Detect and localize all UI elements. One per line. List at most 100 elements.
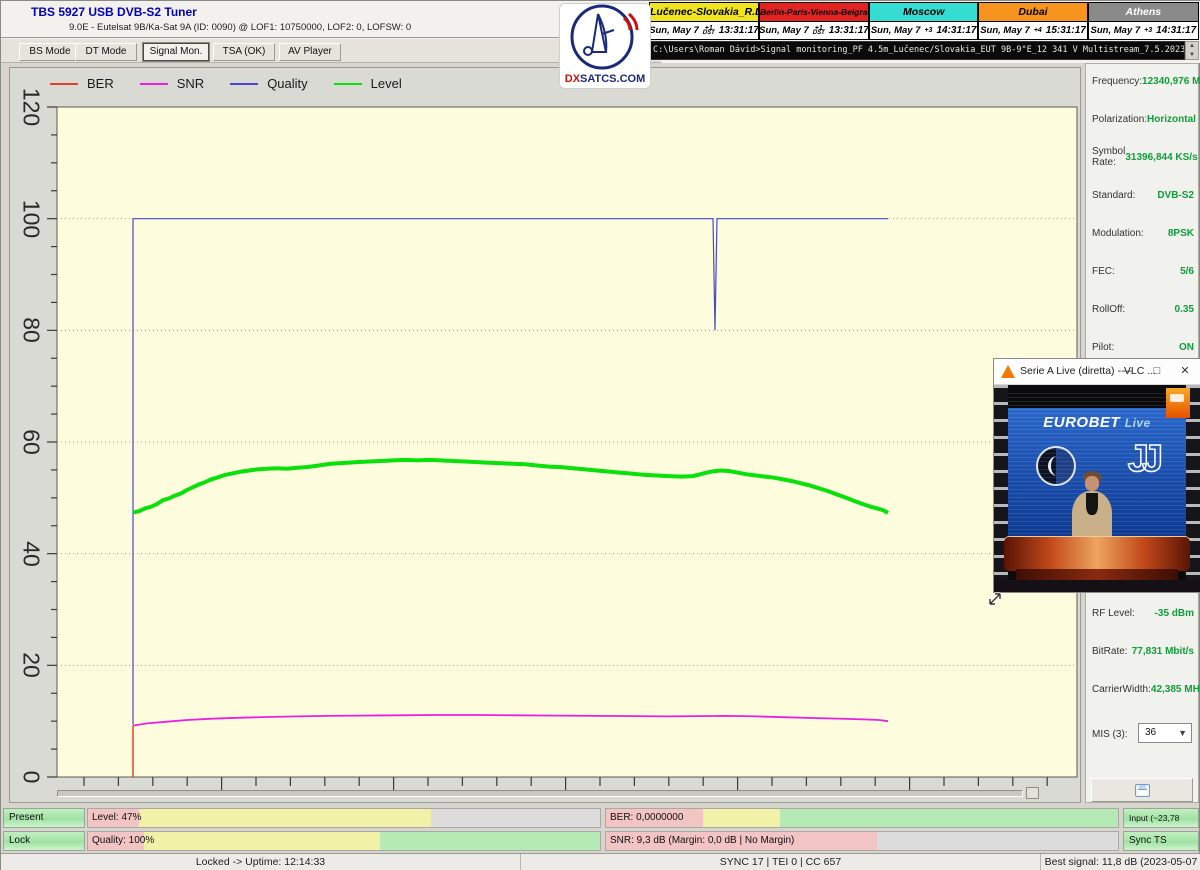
param-modulation: Modulation:8PSK bbox=[1092, 226, 1194, 240]
clock-lucenec: Lučenec-Slovakia_R.Dávid Sun, May 7 +1DS… bbox=[650, 3, 760, 39]
legend-item-ber: BER bbox=[50, 76, 114, 91]
save-button[interactable] bbox=[1091, 778, 1193, 802]
clock-berlin: Berlin-Paris-Vienna-Belgrade Sun, May 7 … bbox=[760, 3, 870, 39]
chart-time-scrollbar[interactable] bbox=[57, 790, 1023, 797]
presenter bbox=[1070, 471, 1114, 541]
series-level-line bbox=[133, 460, 888, 513]
level-line-swatch bbox=[334, 83, 362, 85]
tuner-subtitle: 9.0E - Eutelsat 9B/Ka-Sat 9A (ID: 0090) … bbox=[69, 22, 411, 33]
tab-signal-mon[interactable]: Signal Mon. bbox=[143, 43, 209, 61]
world-clocks: Lučenec-Slovakia_R.Dávid Sun, May 7 +1DS… bbox=[649, 2, 1199, 40]
chart-legend: BER SNR Quality Level bbox=[50, 76, 402, 91]
eurobet-live-banner: EUROBET Live bbox=[1008, 414, 1186, 431]
vlc-titlebar[interactable]: Serie A Live (diretta) - VLC ... — □ ✕ bbox=[994, 359, 1200, 385]
clock-city-label: Athens bbox=[1089, 3, 1198, 22]
clock-time: Sun, May 7 +4 15:31:17 bbox=[979, 22, 1086, 39]
y-axis-label: 0 bbox=[18, 771, 45, 784]
param-bitrate: BitRate:77,831 Mbit/s bbox=[1092, 644, 1194, 658]
studio-top-band bbox=[1008, 390, 1186, 408]
clock-time: Sun, May 7 +3 14:31:17 bbox=[870, 22, 977, 39]
minimize-button[interactable]: — bbox=[1118, 363, 1136, 381]
clock-dubai: Dubai Sun, May 7 +4 15:31:17 bbox=[979, 3, 1088, 39]
meter-zone bbox=[380, 832, 600, 850]
tab-tsa[interactable]: TSA (OK) bbox=[213, 43, 275, 61]
param-rolloff: RollOff:0.35 bbox=[1092, 302, 1194, 316]
param-frequency: Frequency:12340,976 MHz bbox=[1092, 74, 1194, 88]
lock-indicator: Lock bbox=[3, 831, 85, 851]
legend-item-quality: Quality bbox=[230, 76, 307, 91]
param-symbol-rate: Symbol Rate:31396,844 KS/s bbox=[1092, 150, 1194, 164]
uptime-status: Locked -> Uptime: 12:14:33 bbox=[1, 854, 521, 870]
clock-city-label: Berlin-Paris-Vienna-Belgrade bbox=[760, 3, 868, 22]
meter-zone bbox=[877, 832, 1118, 850]
meter-zone bbox=[703, 809, 780, 827]
y-axis-label: 20 bbox=[18, 653, 45, 679]
clock-city-label: Dubai bbox=[979, 3, 1086, 22]
meter-zone bbox=[780, 809, 1118, 827]
statusbar: Locked -> Uptime: 12:14:33 SYNC 17 | TEI… bbox=[1, 853, 1200, 870]
ber-line-swatch bbox=[50, 83, 78, 85]
console-scrollbar[interactable]: ▲ ▼ bbox=[1185, 41, 1199, 60]
meter-zone bbox=[139, 809, 431, 827]
y-axis-label: 60 bbox=[18, 429, 45, 455]
meter-zone bbox=[144, 832, 380, 850]
juventus-logo: JJ bbox=[1128, 438, 1156, 481]
clock-time: Sun, May 7 +3 14:31:17 bbox=[1089, 22, 1198, 39]
y-axis-label: 80 bbox=[18, 318, 45, 344]
input-rate-indicator: Input (~23,78 Mbps) bbox=[1123, 808, 1199, 828]
mis-dropdown[interactable]: 36▼ bbox=[1138, 723, 1192, 743]
present-indicator: Present bbox=[3, 808, 85, 828]
clock-athens: Athens Sun, May 7 +3 14:31:17 bbox=[1089, 3, 1198, 39]
studio-desk bbox=[1004, 537, 1190, 571]
vlc-cone-icon bbox=[1001, 365, 1015, 378]
sync-ts-indicator: Sync TS bbox=[1123, 831, 1199, 851]
param-fec: FEC:5/6 bbox=[1092, 264, 1194, 278]
tab-dt-mode[interactable]: DT Mode bbox=[75, 43, 137, 61]
tab-av-player[interactable]: AV Player bbox=[279, 43, 341, 61]
vlc-video-frame[interactable]: EUROBET Live JJ bbox=[994, 385, 1200, 592]
snr-line-swatch bbox=[140, 83, 168, 85]
close-button[interactable]: ✕ bbox=[1176, 363, 1194, 381]
y-axis-label: 100 bbox=[18, 199, 45, 237]
best-signal-status: Best signal: 11,8 dB (2023-05-07 05:48) bbox=[1041, 854, 1200, 870]
clock-time: Sun, May 7 +1DST 13:31:17 bbox=[650, 22, 758, 39]
status-area: Present Level: 47% BER: 0,0000000 Input … bbox=[1, 806, 1200, 854]
quality-line-swatch bbox=[230, 83, 258, 85]
presenter-face bbox=[1085, 476, 1099, 491]
signal-plot: 120100806040200 bbox=[57, 107, 1077, 777]
logo-text: DXSATCS.COM bbox=[560, 73, 650, 85]
clock-city-label: Moscow bbox=[870, 3, 977, 22]
y-axis-label: 40 bbox=[18, 541, 45, 567]
y-axis-label: 120 bbox=[18, 88, 45, 126]
resize-cursor-icon bbox=[987, 591, 1003, 612]
param-carrier-width: CarrierWidth:42,385 MHz bbox=[1092, 682, 1194, 696]
clock-moscow: Moscow Sun, May 7 +3 14:31:17 bbox=[870, 3, 979, 39]
snr-meter: SNR: 9,3 dB (Margin: 0,0 dB | No Margin) bbox=[605, 831, 1119, 851]
series-snr-line bbox=[133, 715, 888, 726]
studio-floor bbox=[994, 580, 1200, 592]
level-meter: Level: 47% bbox=[87, 808, 601, 828]
chevron-down-icon: ▼ bbox=[1178, 724, 1187, 742]
scroll-up-icon[interactable]: ▲ bbox=[1186, 42, 1198, 51]
legend-item-level: Level bbox=[334, 76, 402, 91]
maximize-button[interactable]: □ bbox=[1148, 363, 1166, 381]
param-pilot: Pilot:ON bbox=[1092, 340, 1194, 354]
save-icon bbox=[1135, 784, 1150, 797]
sync-counters: SYNC 17 | TEI 0 | CC 657 bbox=[521, 854, 1041, 870]
app-title: TBS 5927 USB DVB-S2 Tuner bbox=[31, 5, 197, 19]
vlc-window: Serie A Live (diretta) - VLC ... — □ ✕ E… bbox=[993, 358, 1200, 593]
satellite-dish-icon bbox=[562, 4, 648, 70]
signal-chart-panel: BER SNR Quality Level 120100806040200 bbox=[9, 67, 1081, 803]
tab-bs-mode[interactable]: BS Mode bbox=[19, 43, 81, 61]
clock-city-label: Lučenec-Slovakia_R.Dávid bbox=[650, 3, 758, 22]
chart-scrollbar-thumb[interactable] bbox=[1026, 787, 1039, 799]
dxsatcs-logo: DXSATCS.COM bbox=[559, 3, 651, 89]
scroll-down-icon[interactable]: ▼ bbox=[1186, 51, 1198, 60]
param-rf-level: RF Level:-35 dBm bbox=[1092, 606, 1194, 620]
command-prompt[interactable]: C:\Users\Roman Dávid>Signal monitoring_P… bbox=[649, 41, 1185, 60]
ber-meter: BER: 0,0000000 bbox=[605, 808, 1119, 828]
presenter-top bbox=[1086, 493, 1098, 515]
signal-chart bbox=[41, 105, 1093, 795]
clock-time: Sun, May 7 +1DST 13:31:17 bbox=[760, 22, 868, 39]
param-standard: Standard:DVB-S2 bbox=[1092, 188, 1194, 202]
